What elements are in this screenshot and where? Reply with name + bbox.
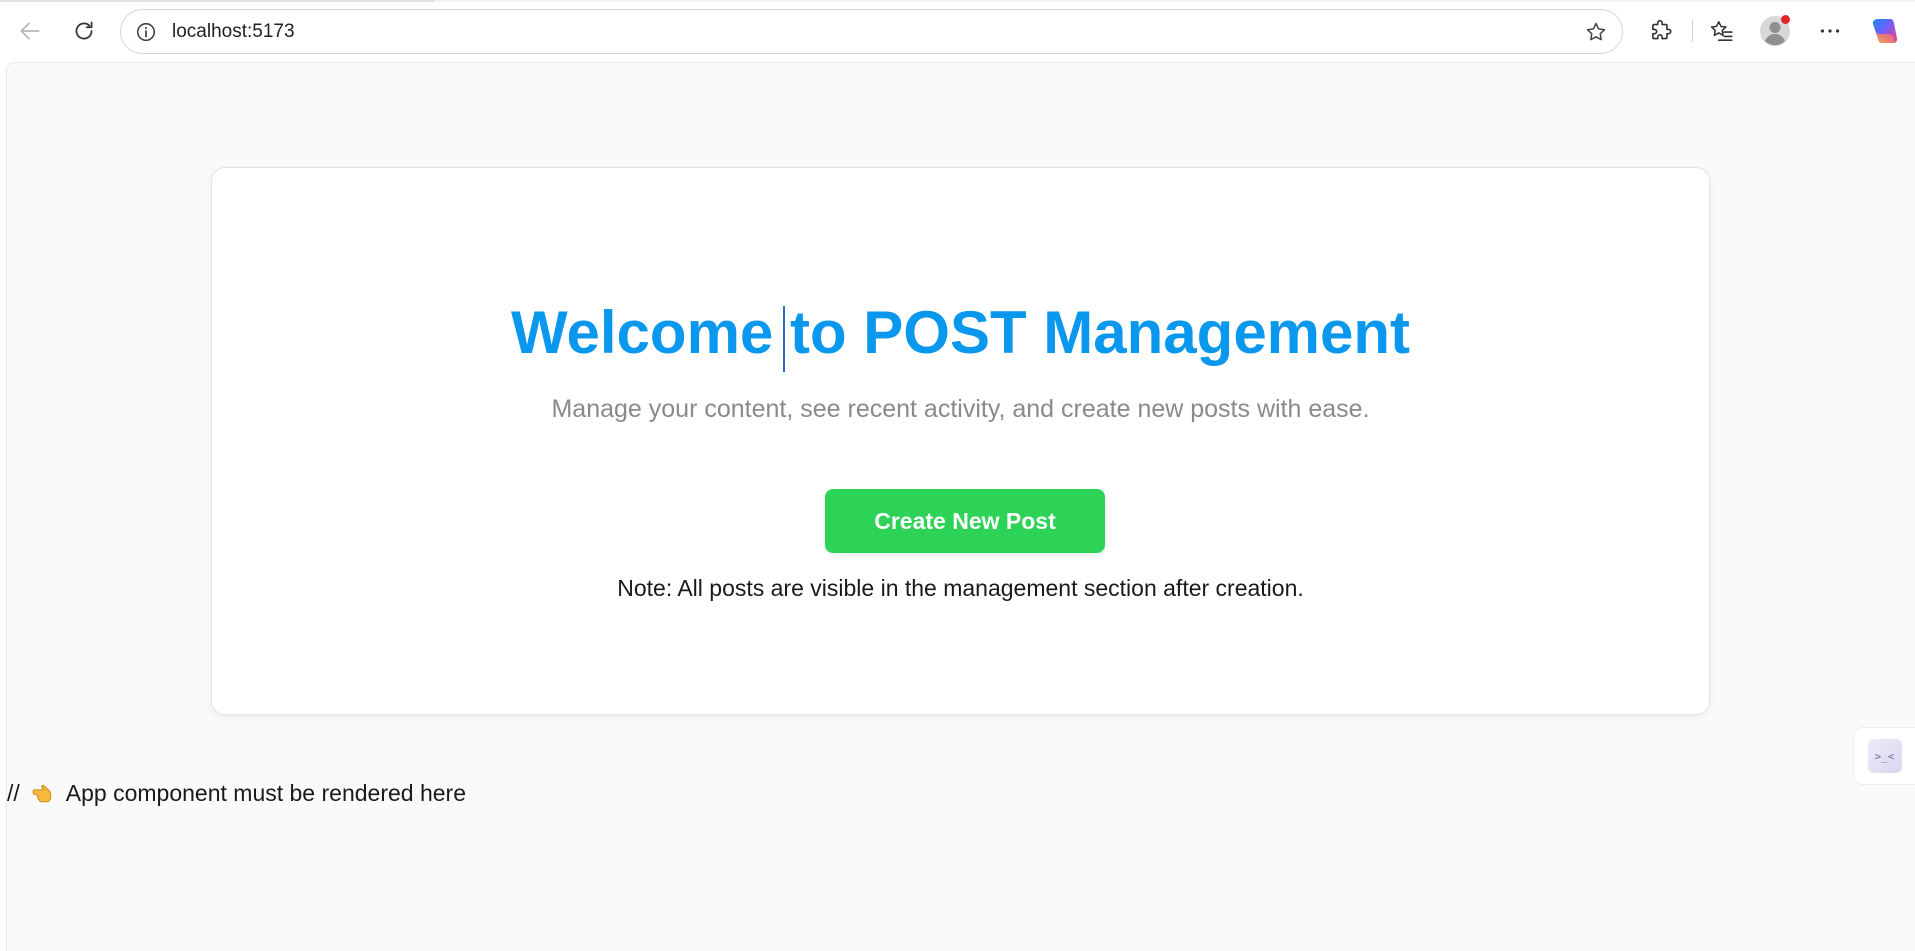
star-icon[interactable] xyxy=(1584,20,1608,44)
url-text[interactable]: localhost:5173 xyxy=(172,21,295,43)
notification-dot xyxy=(1781,15,1790,24)
note-text: Note: All posts are visible in the manag… xyxy=(617,575,1304,601)
footer-comment: // App component must be rendered here xyxy=(7,779,466,807)
page-subtitle: Manage your content, see recent activity… xyxy=(551,395,1370,423)
copilot-icon xyxy=(1872,19,1898,43)
back-button[interactable] xyxy=(12,13,48,49)
welcome-card: Welcome to POST Management Manage your c… xyxy=(211,167,1710,715)
page-viewport: Welcome to POST Management Manage your c… xyxy=(6,62,1915,951)
favorites-button[interactable] xyxy=(1705,14,1739,48)
tab-strip xyxy=(0,0,1915,2)
text-cursor xyxy=(783,306,785,372)
reload-icon xyxy=(75,21,93,40)
comment-prefix: // xyxy=(7,780,20,806)
widget-face-icon: >_< xyxy=(1867,739,1902,773)
more-button[interactable] xyxy=(1813,14,1847,48)
back-arrow-icon xyxy=(20,22,40,40)
pointing-hand-icon xyxy=(32,784,52,803)
toolbar-divider xyxy=(1692,20,1693,42)
copilot-button[interactable] xyxy=(1868,14,1902,48)
extensions-button[interactable] xyxy=(1644,14,1678,48)
favorites-icon xyxy=(1710,21,1733,42)
reload-button[interactable] xyxy=(66,13,102,49)
more-icon xyxy=(1820,29,1840,33)
side-widget[interactable]: >_< xyxy=(1853,727,1915,785)
address-bar[interactable]: localhost:5173 xyxy=(120,9,1623,54)
info-icon[interactable] xyxy=(135,21,157,43)
profile-button[interactable] xyxy=(1758,14,1792,48)
browser-toolbar: localhost:5173 xyxy=(0,0,1915,62)
puzzle-icon xyxy=(1652,19,1672,40)
create-new-post-button[interactable]: Create New Post xyxy=(825,489,1105,553)
comment-text: App component must be rendered here xyxy=(65,780,466,806)
page-title: Welcome to POST Management xyxy=(510,299,1411,366)
